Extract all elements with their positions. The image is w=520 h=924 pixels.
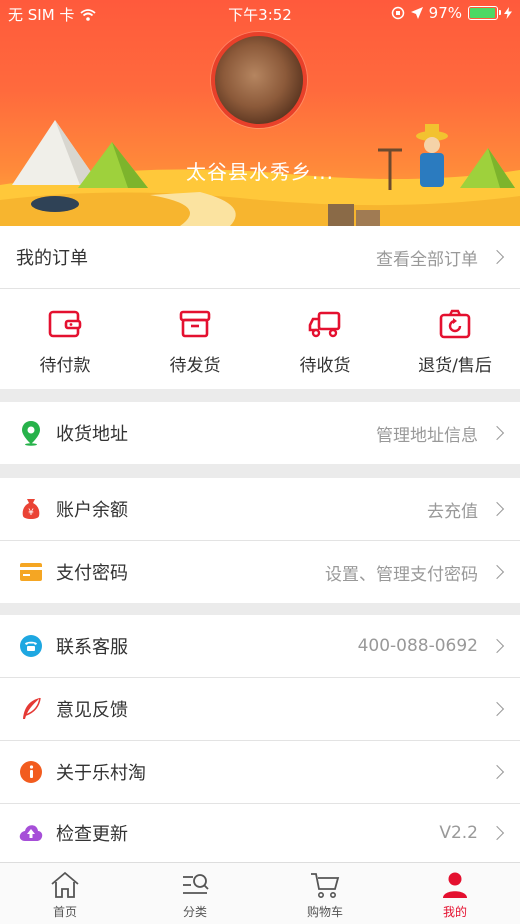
tab-home-label: 首页 [52, 905, 77, 919]
customer-service-phone: 400-088-0692 [357, 636, 478, 656]
tab-category[interactable]: 分类 [130, 863, 260, 924]
return-icon [439, 309, 471, 339]
battery-icon [468, 6, 501, 20]
feather-pen-icon [18, 696, 44, 722]
my-orders-title: 我的订单 [16, 248, 88, 269]
customer-service-row[interactable]: 联系客服 400-088-0692 [0, 615, 520, 677]
app-version: V2.2 [439, 823, 478, 843]
chevron-right-icon [489, 501, 505, 517]
view-all-orders-link[interactable]: 查看全部订单 [376, 245, 478, 270]
feedback-row[interactable]: 意见反馈 [0, 678, 520, 740]
battery-percent: 97% [428, 4, 462, 22]
truck-icon [308, 311, 341, 338]
tab-mine[interactable]: 我的 [390, 863, 520, 924]
chevron-right-icon [489, 701, 505, 717]
balance-row[interactable]: ¥ 账户余额 去充值 [0, 478, 520, 540]
my-orders-row[interactable]: 我的订单 查看全部订单 [0, 226, 520, 288]
chevron-right-icon [489, 249, 505, 265]
money-bag-icon: ¥ [18, 496, 44, 522]
tab-cart-label: 购物车 [306, 905, 343, 919]
status-bar: 无 SIM 卡 下午3:52 97% [0, 0, 520, 28]
order-pending-shipment-label: 待发货 [169, 356, 221, 376]
check-update-row[interactable]: 检查更新 V2.2 [0, 804, 520, 862]
category-search-icon [183, 874, 209, 894]
about-label: 关于乐村淘 [56, 763, 146, 784]
order-pending-receipt[interactable]: 待收货 [260, 289, 390, 389]
home-icon [51, 871, 79, 898]
order-pending-payment-label: 待付款 [39, 356, 91, 376]
username[interactable]: 太谷县水秀乡... [0, 156, 520, 185]
order-pending-shipment[interactable]: 待发货 [130, 289, 260, 389]
address-label: 收货地址 [56, 424, 128, 445]
chevron-right-icon [489, 425, 505, 441]
phone-icon [18, 633, 44, 659]
check-update-label: 检查更新 [56, 824, 128, 845]
address-value: 管理地址信息 [376, 425, 478, 446]
user-icon [443, 872, 467, 898]
pay-password-row[interactable]: 支付密码 设置、管理支付密码 [0, 541, 520, 603]
chevron-right-icon [489, 564, 505, 580]
package-icon [179, 310, 211, 338]
chevron-right-icon [489, 638, 505, 654]
about-row[interactable]: 关于乐村淘 [0, 741, 520, 803]
profile-header: 无 SIM 卡 下午3:52 97% 太谷县水秀乡... [0, 0, 520, 226]
order-status-bar: 待付款 待发货 待收货 退货/售后 [0, 289, 520, 389]
order-pending-payment[interactable]: 待付款 [0, 289, 130, 389]
wallet-icon [48, 310, 82, 338]
location-arrow-icon [410, 7, 423, 19]
tab-category-label: 分类 [182, 905, 207, 919]
tab-mine-label: 我的 [442, 905, 467, 919]
info-icon [18, 759, 44, 785]
card-icon [18, 559, 44, 585]
avatar[interactable] [211, 32, 307, 128]
order-return-aftersale[interactable]: 退货/售后 [390, 289, 520, 389]
pay-password-value: 设置、管理支付密码 [325, 564, 478, 585]
svg-text:¥: ¥ [28, 508, 34, 518]
order-return-aftersale-label: 退货/售后 [418, 356, 492, 376]
customer-service-label: 联系客服 [56, 637, 128, 658]
balance-label: 账户余额 [56, 500, 128, 521]
order-pending-receipt-label: 待收货 [299, 356, 351, 376]
feedback-label: 意见反馈 [56, 700, 128, 721]
tab-cart[interactable]: 购物车 [260, 863, 390, 924]
cloud-upload-icon [18, 820, 44, 846]
location-pin-icon [18, 420, 44, 446]
address-row[interactable]: 收货地址 管理地址信息 [0, 402, 520, 464]
chevron-right-icon [489, 764, 505, 780]
pay-password-label: 支付密码 [56, 563, 128, 584]
recharge-link[interactable]: 去充值 [427, 497, 478, 522]
tab-home[interactable]: 首页 [0, 863, 130, 924]
bottom-tab-bar: 首页 分类 购物车 我的 [0, 862, 520, 924]
charging-icon [504, 7, 512, 19]
orientation-lock-icon [391, 6, 404, 20]
chevron-right-icon [489, 825, 505, 841]
cart-icon [311, 873, 340, 898]
